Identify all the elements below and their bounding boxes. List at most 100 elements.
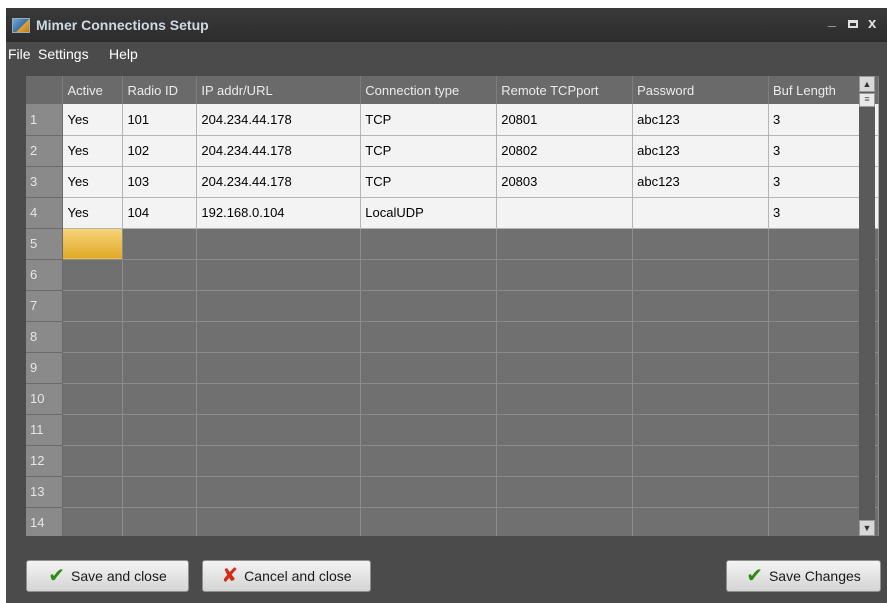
- row-number[interactable]: 14: [26, 507, 64, 536]
- close-button[interactable]: x: [868, 15, 876, 32]
- grid-cell[interactable]: [632, 197, 770, 229]
- grid-cell[interactable]: [62, 414, 124, 446]
- grid-cell[interactable]: 102: [122, 135, 198, 167]
- scroll-thumb[interactable]: ≡: [859, 93, 875, 107]
- row-number[interactable]: 13: [26, 476, 64, 508]
- grid-cell[interactable]: [122, 507, 198, 536]
- grid-cell[interactable]: [196, 414, 362, 446]
- maximize-button[interactable]: [848, 20, 858, 28]
- menu-file[interactable]: File: [8, 46, 31, 62]
- grid-cell[interactable]: [122, 290, 198, 322]
- grid-cell[interactable]: [632, 476, 770, 508]
- grid-cell[interactable]: [496, 259, 634, 291]
- grid-cell[interactable]: 101: [122, 104, 198, 136]
- grid-cell[interactable]: [196, 383, 362, 415]
- grid-cell[interactable]: [360, 228, 498, 260]
- column-header[interactable]: Password: [632, 76, 770, 104]
- grid-cell[interactable]: TCP: [360, 135, 498, 167]
- minimize-button[interactable]: _: [828, 12, 836, 28]
- grid-cell[interactable]: [632, 228, 770, 260]
- grid-cell[interactable]: [496, 383, 634, 415]
- grid-cell[interactable]: Yes: [62, 197, 124, 229]
- row-number[interactable]: 9: [26, 352, 64, 384]
- title-bar[interactable]: Mimer Connections Setup _ x: [6, 8, 887, 42]
- grid-cell[interactable]: [122, 476, 198, 508]
- grid-cell[interactable]: [196, 445, 362, 477]
- grid-cell[interactable]: [360, 321, 498, 353]
- grid-cell[interactable]: [496, 445, 634, 477]
- grid-cell[interactable]: [196, 259, 362, 291]
- row-number[interactable]: 6: [26, 259, 64, 291]
- scroll-down-arrow-icon[interactable]: ▼: [859, 520, 875, 536]
- grid-cell[interactable]: [632, 321, 770, 353]
- grid-cell[interactable]: [496, 476, 634, 508]
- cancel-and-close-button[interactable]: ✘ Cancel and close: [202, 560, 371, 592]
- grid-cell[interactable]: [196, 476, 362, 508]
- save-and-close-button[interactable]: ✔ Save and close: [26, 560, 189, 592]
- grid-cell[interactable]: [496, 290, 634, 322]
- grid-cell[interactable]: 204.234.44.178: [196, 104, 362, 136]
- selected-grid-cell[interactable]: [62, 228, 124, 260]
- grid-cell[interactable]: [196, 321, 362, 353]
- grid-cell[interactable]: abc123: [632, 135, 770, 167]
- grid-cell[interactable]: 204.234.44.178: [196, 166, 362, 198]
- grid-cell[interactable]: [122, 228, 198, 260]
- column-header[interactable]: IP addr/URL: [196, 76, 362, 104]
- grid-cell[interactable]: [496, 321, 634, 353]
- grid-cell[interactable]: 20802: [496, 135, 634, 167]
- grid-cell[interactable]: 104: [122, 197, 198, 229]
- row-number[interactable]: 10: [26, 383, 64, 415]
- grid-cell[interactable]: [196, 507, 362, 536]
- save-changes-button[interactable]: ✔ Save Changes: [726, 560, 881, 592]
- grid-cell[interactable]: [360, 259, 498, 291]
- grid-cell[interactable]: 204.234.44.178: [196, 135, 362, 167]
- scroll-up-arrow-icon[interactable]: ▲: [859, 76, 875, 92]
- row-number[interactable]: 1: [26, 104, 64, 136]
- grid-cell[interactable]: [196, 290, 362, 322]
- grid-cell[interactable]: [632, 352, 770, 384]
- grid-cell[interactable]: [62, 507, 124, 536]
- grid-cell[interactable]: [360, 507, 498, 536]
- grid-cell[interactable]: [496, 507, 634, 536]
- grid-cell[interactable]: 20803: [496, 166, 634, 198]
- row-number[interactable]: 8: [26, 321, 64, 353]
- grid-cell[interactable]: Yes: [62, 104, 124, 136]
- grid-cell[interactable]: Yes: [62, 135, 124, 167]
- grid-cell[interactable]: [122, 414, 198, 446]
- corner-header[interactable]: [26, 76, 64, 104]
- grid-cell[interactable]: [62, 445, 124, 477]
- grid-cell[interactable]: [360, 383, 498, 415]
- grid-cell[interactable]: TCP: [360, 104, 498, 136]
- grid-cell[interactable]: [196, 228, 362, 260]
- column-header[interactable]: Radio ID: [122, 76, 198, 104]
- row-number[interactable]: 5: [26, 228, 64, 260]
- row-number[interactable]: 7: [26, 290, 64, 322]
- grid-cell[interactable]: [62, 352, 124, 384]
- row-number[interactable]: 12: [26, 445, 64, 477]
- row-number[interactable]: 11: [26, 414, 64, 446]
- grid-cell[interactable]: [496, 414, 634, 446]
- grid-cell[interactable]: [632, 507, 770, 536]
- vertical-scrollbar[interactable]: ▲ ≡ ▼: [859, 76, 875, 536]
- grid-cell[interactable]: [196, 352, 362, 384]
- grid-cell[interactable]: [632, 445, 770, 477]
- grid-cell[interactable]: [62, 476, 124, 508]
- menu-help[interactable]: Help: [109, 46, 138, 62]
- row-number[interactable]: 4: [26, 197, 64, 229]
- column-header[interactable]: Remote TCPport: [496, 76, 634, 104]
- grid-cell[interactable]: TCP: [360, 166, 498, 198]
- grid-cell[interactable]: [62, 383, 124, 415]
- column-header[interactable]: Connection type: [360, 76, 498, 104]
- grid-cell[interactable]: [632, 259, 770, 291]
- grid-cell[interactable]: 192.168.0.104: [196, 197, 362, 229]
- grid-cell[interactable]: 103: [122, 166, 198, 198]
- grid-cell[interactable]: [360, 414, 498, 446]
- grid-cell[interactable]: [632, 290, 770, 322]
- row-number[interactable]: 2: [26, 135, 64, 167]
- grid-cell[interactable]: abc123: [632, 166, 770, 198]
- menu-settings[interactable]: Settings: [38, 46, 89, 62]
- grid-cell[interactable]: [122, 259, 198, 291]
- grid-cell[interactable]: Yes: [62, 166, 124, 198]
- grid-cell[interactable]: LocalUDP: [360, 197, 498, 229]
- grid-cell[interactable]: [122, 383, 198, 415]
